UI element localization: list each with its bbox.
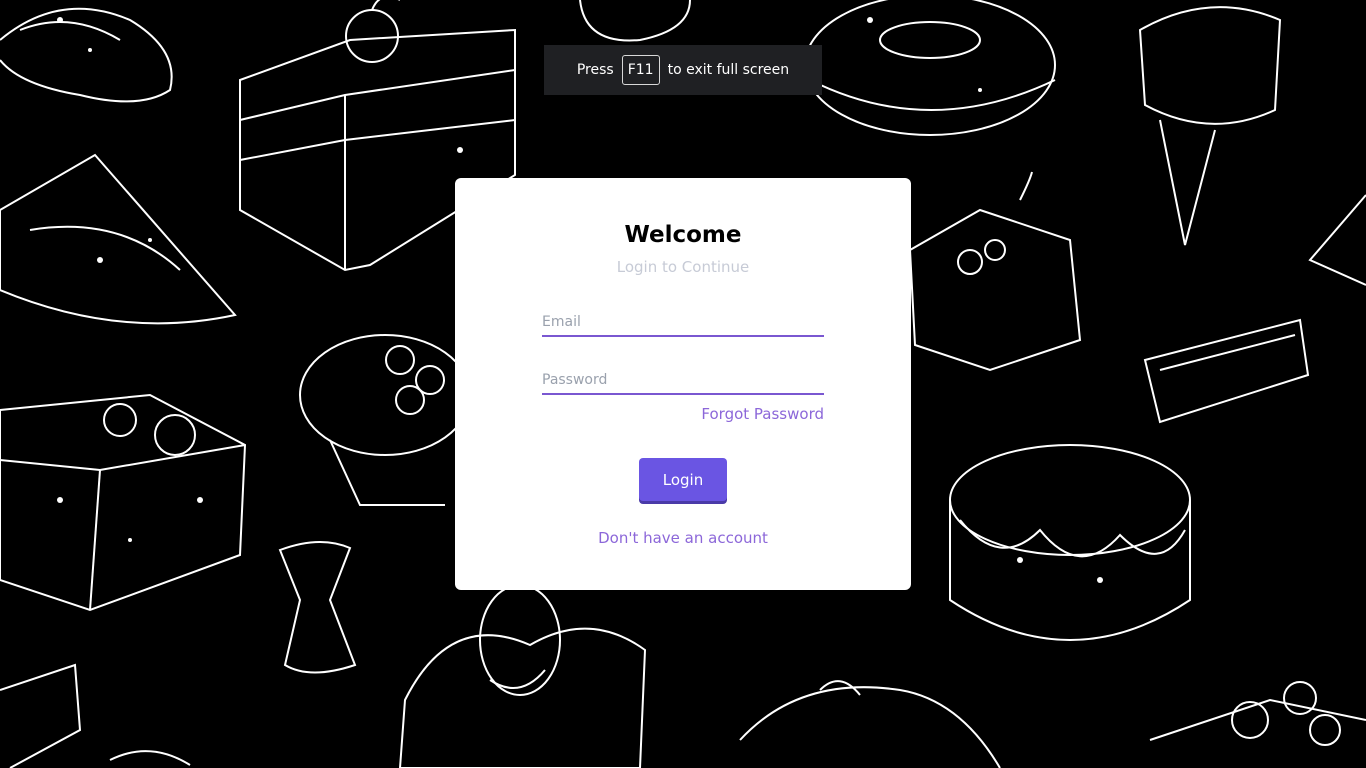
login-card: Welcome Login to Continue Forgot Passwor… — [455, 178, 911, 590]
email-input[interactable] — [542, 309, 824, 337]
login-subtitle: Login to Continue — [616, 258, 750, 276]
f11-key-badge: F11 — [621, 55, 660, 85]
password-input[interactable] — [542, 367, 824, 395]
forgot-password-link[interactable]: Forgot Password — [701, 405, 824, 423]
signup-link[interactable]: Don't have an account — [455, 529, 911, 547]
login-button[interactable]: Login — [639, 458, 727, 501]
welcome-title: Welcome — [624, 222, 742, 248]
fullscreen-notice: Press F11 to exit full screen — [544, 45, 822, 95]
fullscreen-notice-suffix: to exit full screen — [667, 62, 790, 78]
fullscreen-notice-prefix: Press — [576, 62, 614, 78]
